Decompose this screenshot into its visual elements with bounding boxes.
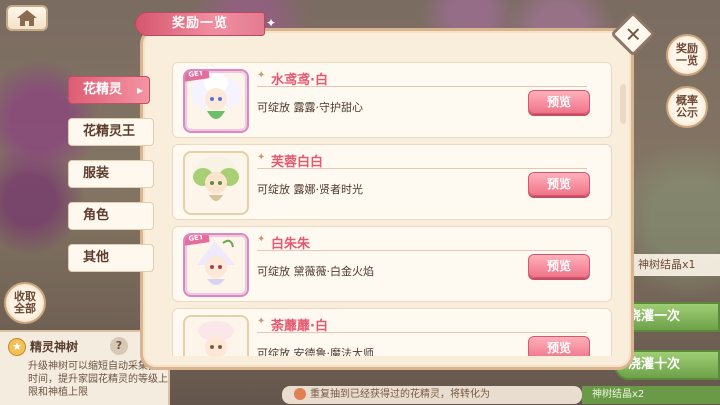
collect-all-label: 收取全部 [14,290,36,315]
reward-name: 水鸢鸢·白 [271,73,328,88]
reward-portrait: GET [183,233,249,297]
reward-card: GET ✦ 水鸢鸢·白 可绽放 露露·守护甜心 预览 [172,62,612,138]
reward-description: 可绽放 黛薇薇·白金火焰 [257,265,374,278]
irrigate-cost: 神树结晶x2 [582,386,720,404]
spirit-tree-title: 精灵神树 [30,340,79,354]
crystal-count-label: 神树结晶x1 [638,258,696,271]
reward-portrait [183,151,249,215]
irrigate-once-label: 浇灌一次 [628,309,681,324]
tab-others[interactable]: 其他 [68,244,154,272]
warning-icon [294,388,306,400]
reward-description: 可绽放 露娜·贤者时光 [257,183,363,196]
reward-name-row: ✦ 水鸢鸢·白 [257,69,587,88]
preview-button[interactable]: 预览 [528,336,590,356]
reward-portrait: GET [183,69,249,133]
arrow-ornament-icon: ✦ [257,152,266,163]
sparkle-icon: ✦ [266,16,277,30]
reward-name-row: ✦ 荼蘼蘼·白 [257,315,587,334]
reward-name: 芙蓉白白 [271,155,324,170]
preview-button[interactable]: 预览 [528,90,590,114]
preview-button[interactable]: 预览 [528,172,590,196]
arrow-ornament-icon: ✦ [257,316,266,327]
reward-card: ✦ 芙蓉白白 可绽放 露娜·贤者时光 预览 [172,144,612,220]
irrigate-ten-label: 浇灌十次 [628,357,681,372]
dialog-title: 奖励一览 [135,12,265,36]
reward-list: GET ✦ 水鸢鸢·白 可绽放 露露·守护甜心 预览 ✦ 芙蓉白白 可绽放 露娜… [172,60,612,356]
reward-card: GET ✦ 白朱朱 可绽放 黛薇薇·白金火焰 预览 [172,226,612,302]
list-scrollbar[interactable] [620,84,626,124]
collect-all-button[interactable]: 收取全部 [4,282,46,324]
arrow-ornament-icon: ✦ [257,234,266,245]
home-button[interactable] [6,5,48,31]
reward-description: 可绽放 露露·守护甜心 [257,101,363,114]
probability-side-button[interactable]: 概率公示 [666,86,708,128]
close-x-icon: ✕ [624,21,642,46]
reward-name-row: ✦ 芙蓉白白 [257,151,587,170]
arrow-ornament-icon: ✦ [257,70,266,81]
house-icon [17,10,37,26]
flower-spirit-icon [193,157,239,201]
flower-spirit-icon [198,321,234,356]
rewards-list-side-label: 奖励一览 [676,42,698,67]
duplicate-note: 重复抽到已经获得过的花精灵，将转化为 [282,386,582,404]
reward-description: 可绽放 安德鲁·魔法大师 [257,347,374,356]
tab-characters[interactable]: 角色 [68,202,154,230]
tab-outfits[interactable]: 服装 [68,160,154,188]
tab-flower-spirit[interactable]: 花精灵 [68,76,150,104]
reward-card: ✦ 荼蘼蘼·白 可绽放 安德鲁·魔法大师 预览 [172,308,612,356]
preview-button[interactable]: 预览 [528,254,590,278]
irrigate-cost-label: 神树结晶x2 [592,389,645,400]
star-icon: ★ [8,338,26,356]
rewards-list-side-button[interactable]: 奖励一览 [666,34,708,76]
tab-flower-spirit-king[interactable]: 花精灵王 [68,118,154,146]
duplicate-note-text: 重复抽到已经获得过的花精灵，将转化为 [310,389,490,400]
reward-name: 荼蘼蘼·白 [271,319,328,334]
help-button[interactable]: ? [110,337,128,355]
probability-side-label: 概率公示 [676,94,698,119]
reward-name: 白朱朱 [271,237,311,252]
reward-portrait [183,315,249,356]
reward-name-row: ✦ 白朱朱 [257,233,587,252]
